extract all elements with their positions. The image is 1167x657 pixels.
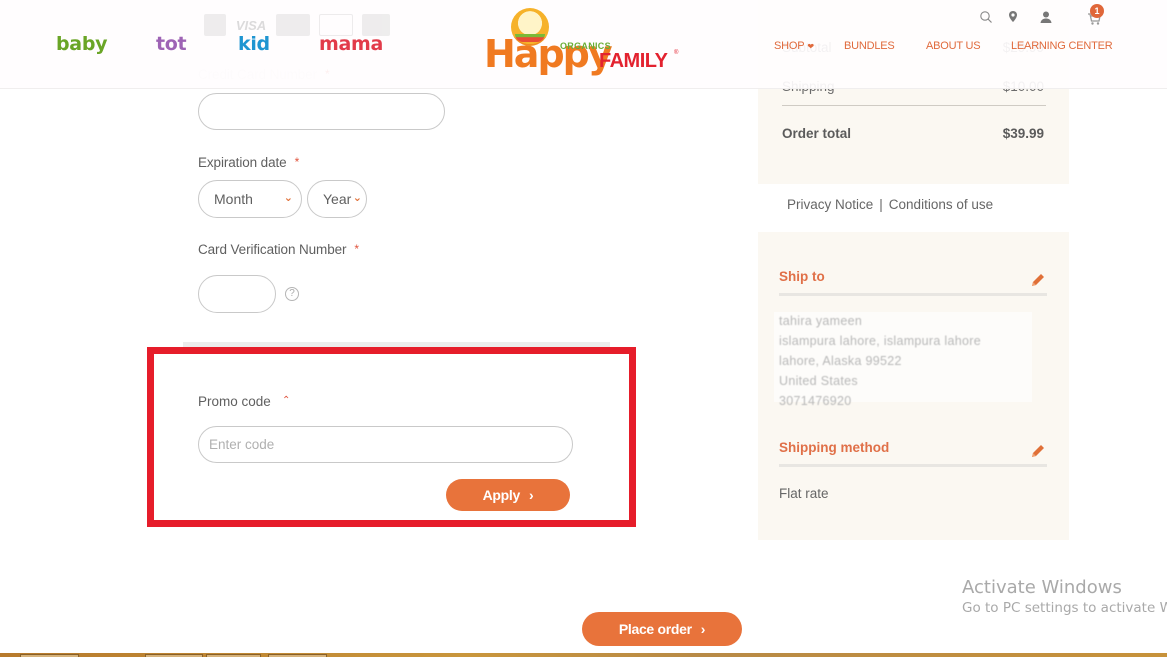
cvv-input[interactable] — [198, 275, 276, 313]
nav-learning-center[interactable]: LEARNING CENTER — [1011, 40, 1113, 52]
card-number-input[interactable] — [198, 93, 445, 130]
privacy-notice-link[interactable]: Privacy Notice — [787, 197, 873, 212]
brand-link-tot[interactable]: tot — [156, 33, 187, 55]
account-icon[interactable] — [1039, 10, 1053, 24]
cvv-label: Card Verification Number * — [198, 242, 359, 257]
order-total-value: $39.99 — [1002, 126, 1044, 141]
shipping-info-panel: Ship to tahira yameen islampura lahore, … — [758, 232, 1069, 540]
legal-links: Privacy Notice | Conditions of use — [787, 197, 993, 212]
order-total-label: Order total — [782, 126, 852, 141]
amex-card-icon — [204, 14, 226, 36]
shipping-method-divider — [779, 464, 1047, 467]
shipping-method-value: Flat rate — [779, 486, 829, 501]
nav-about-us[interactable]: ABOUT US — [926, 40, 981, 52]
promo-code-input[interactable] — [198, 426, 573, 463]
address-line: 3071476920 — [779, 394, 852, 408]
expiration-year-select[interactable]: Year ⌄ — [307, 180, 367, 218]
location-pin-icon[interactable] — [1006, 10, 1020, 24]
chevron-down-icon: ⌄ — [283, 192, 293, 204]
promo-code-toggle[interactable]: Promo code — [198, 394, 271, 409]
shipping-method-title: Shipping method — [779, 440, 890, 455]
chevron-up-icon[interactable]: ⌃ — [282, 395, 290, 406]
ship-to-divider — [779, 293, 1047, 296]
chevron-right-icon: › — [529, 487, 534, 503]
nav-shop[interactable]: SHOP ❤ — [774, 40, 814, 52]
brand-link-baby[interactable]: baby — [56, 33, 108, 55]
conditions-of-use-link[interactable]: Conditions of use — [889, 197, 993, 212]
summary-row-total: Order total $39.99 — [782, 126, 1044, 141]
brand-link-mama[interactable]: mama — [319, 33, 383, 55]
search-icon[interactable] — [979, 10, 993, 24]
edit-pencil-icon[interactable] — [1030, 443, 1046, 459]
help-question-icon[interactable]: ? — [285, 287, 299, 301]
edit-pencil-icon[interactable] — [1030, 272, 1046, 288]
mastercard-card-icon — [276, 14, 310, 36]
place-order-button[interactable]: Place order › — [582, 612, 742, 646]
expiration-date-label: Expiration date * — [198, 155, 300, 170]
nav-bundles[interactable]: BUNDLES — [844, 40, 895, 52]
cart-count-badge: 1 — [1090, 4, 1104, 18]
legal-separator: | — [879, 197, 883, 212]
chevron-right-icon: › — [700, 621, 706, 637]
ship-to-title: Ship to — [779, 269, 825, 284]
address-line: tahira yameen — [779, 314, 863, 328]
chevron-down-icon: ⌄ — [352, 192, 362, 204]
summary-divider — [782, 105, 1046, 106]
expiration-month-select[interactable]: Month ⌄ — [198, 180, 302, 218]
chevron-down-icon: ❤ — [807, 42, 814, 51]
windows-activation-watermark: Activate Windows Go to PC settings to ac… — [962, 577, 1167, 616]
happy-family-logo[interactable]: Happy ORGANICS FAMILY ® — [484, 6, 684, 78]
address-line: islampura lahore, islampura lahore — [779, 334, 981, 348]
site-header: VISA baby tot kid mama Happy ORGANICS FA… — [0, 0, 1167, 89]
address-line: lahore, Alaska 99522 — [779, 354, 902, 368]
address-line: United States — [779, 374, 858, 388]
brand-link-kid[interactable]: kid — [238, 33, 270, 55]
apply-promo-button[interactable]: Apply › — [446, 479, 570, 511]
